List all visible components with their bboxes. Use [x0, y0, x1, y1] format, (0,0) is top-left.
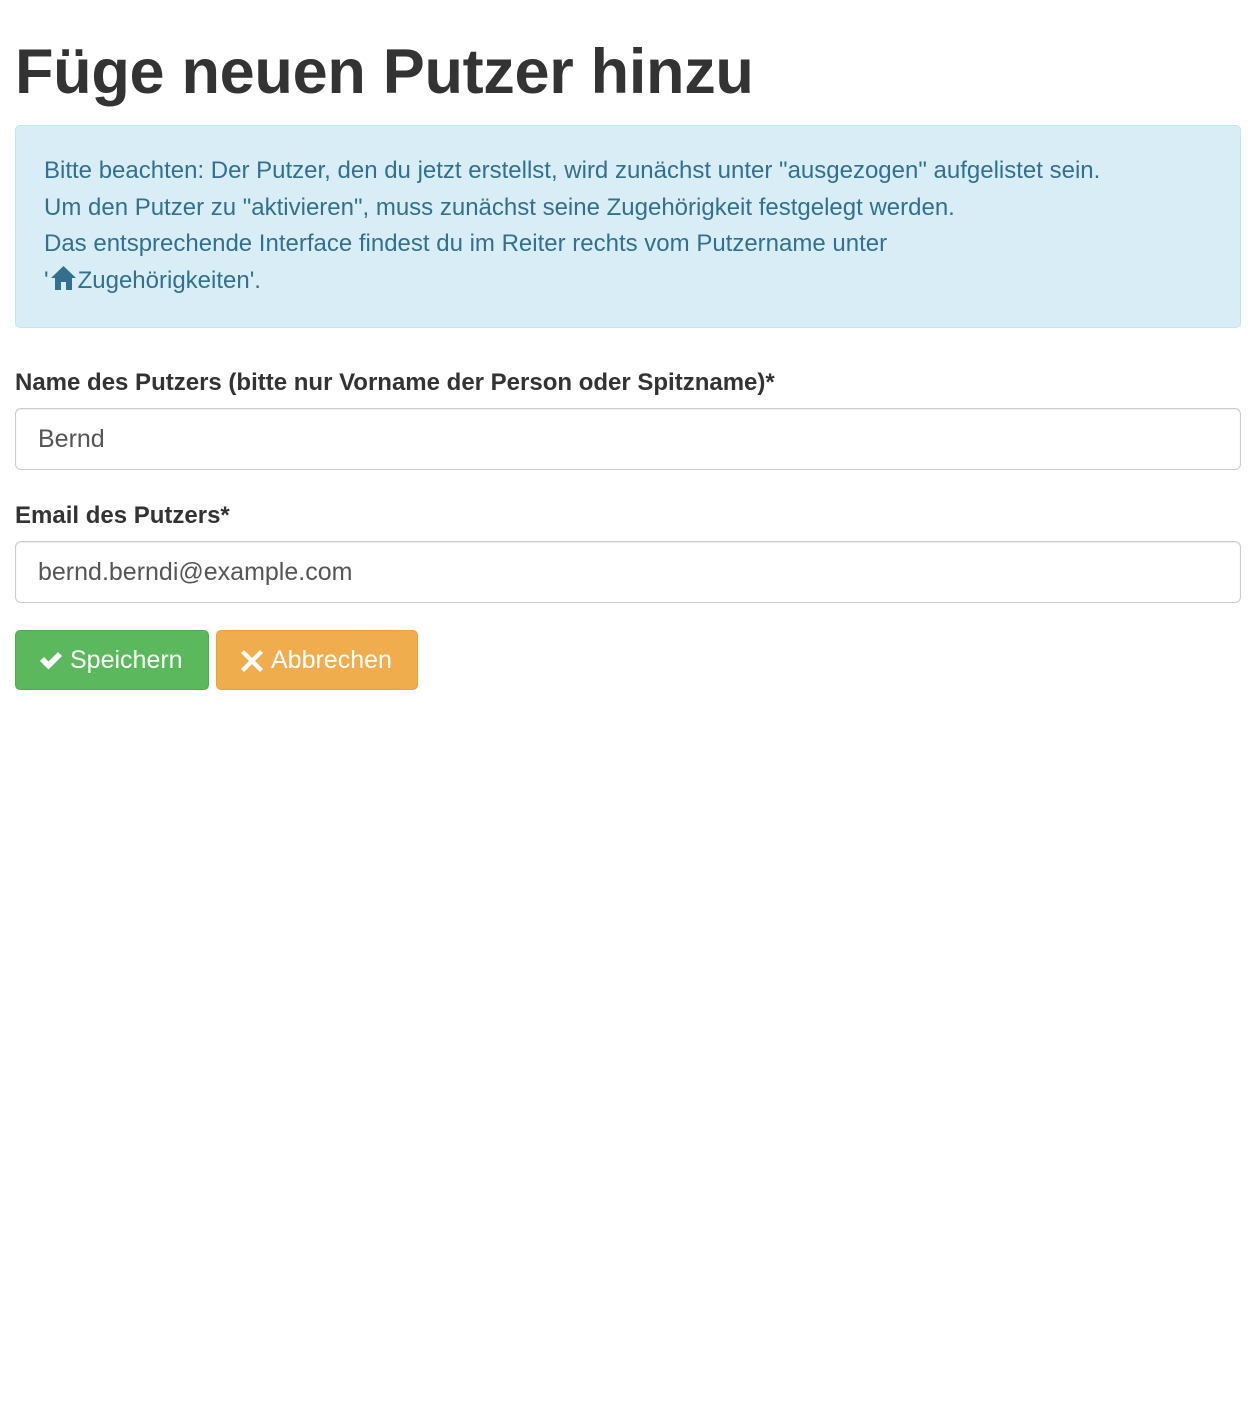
name-label: Name des Putzers (bitte nur Vorname der … [15, 369, 775, 396]
home-icon [50, 265, 76, 290]
alert-line-3: Das entsprechende Interface findest du i… [44, 230, 888, 257]
cross-icon [241, 650, 263, 672]
cancel-button-label: Abbrechen [271, 645, 392, 674]
form-buttons: Speichern Abbrechen [15, 630, 1240, 690]
alert-line-4: ' Zugehörigkeiten'. [44, 263, 1213, 300]
info-alert: Bitte beachten: Der Putzer, den du jetzt… [15, 125, 1241, 328]
alert-link-zugehoerigkeiten: Zugehörigkeiten [77, 266, 250, 294]
name-input[interactable] [15, 408, 1241, 470]
alert-line-1: Bitte beachten: Der Putzer, den du jetzt… [44, 157, 1101, 184]
email-label: Email des Putzers* [15, 502, 230, 529]
checkmark-icon [40, 652, 62, 670]
cancel-button[interactable]: Abbrechen [216, 630, 418, 690]
alert-line-4-suffix: '. [249, 266, 261, 294]
alert-line-4-prefix: ' [44, 266, 49, 294]
name-form-group: Name des Putzers (bitte nur Vorname der … [15, 368, 1241, 470]
alert-line-2: Um den Putzer zu "aktivieren", muss zunä… [44, 193, 955, 221]
page: Füge neuen Putzer hinzu Bitte beachten: … [0, 0, 1252, 1406]
save-button-label: Speichern [70, 645, 183, 674]
save-button[interactable]: Speichern [15, 630, 209, 690]
email-input[interactable] [15, 541, 1241, 603]
email-form-group: Email des Putzers* [15, 501, 1241, 603]
page-title: Füge neuen Putzer hinzu [15, 37, 754, 107]
